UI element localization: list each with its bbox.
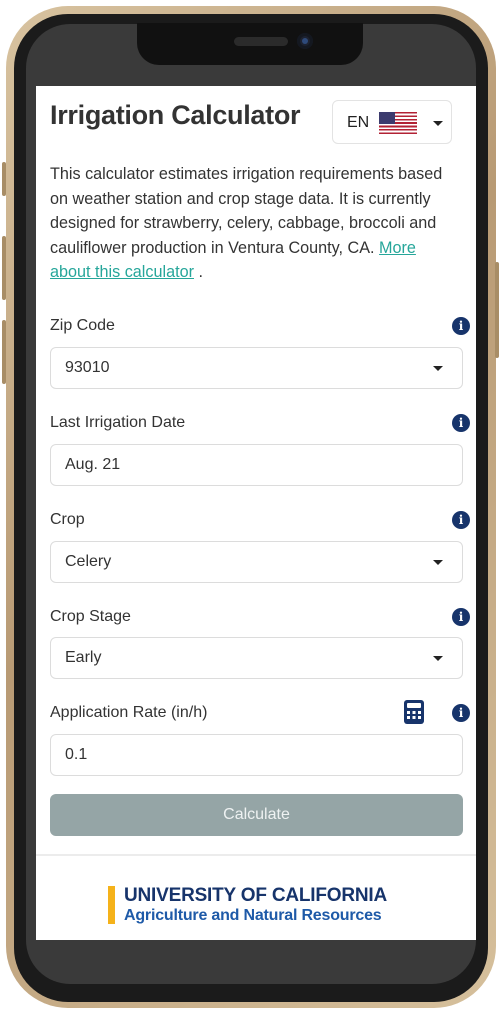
phone-side-button: [2, 236, 6, 300]
uc-logo-title: UNIVERSITY OF CALIFORNIA: [124, 885, 387, 906]
language-code: EN: [347, 114, 370, 131]
us-flag-icon: [379, 112, 417, 134]
chevron-down-icon: [433, 366, 443, 371]
last-irrigation-date-input[interactable]: Aug. 21: [50, 444, 463, 486]
application-rate-value: 0.1: [65, 746, 88, 763]
crop-value: Celery: [65, 553, 112, 570]
application-rate-info-icon[interactable]: i: [452, 704, 470, 722]
crop-stage-info-icon[interactable]: i: [452, 608, 470, 626]
zip-code-label: Zip Code: [50, 317, 115, 334]
description-suffix: .: [193, 263, 203, 281]
chevron-down-icon: [433, 656, 443, 661]
calculate-button[interactable]: Calculate: [50, 794, 463, 836]
chevron-down-icon: [433, 560, 443, 565]
zip-code-select[interactable]: 93010: [50, 347, 463, 389]
application-rate-label: Application Rate (in/h): [50, 704, 208, 721]
divider: [36, 854, 476, 856]
zip-code-value: 93010: [65, 359, 110, 376]
crop-info-icon[interactable]: i: [452, 511, 470, 529]
chevron-down-icon: [433, 121, 443, 126]
uc-logo-subtitle: Agriculture and Natural Resources: [124, 907, 382, 924]
crop-stage-label: Crop Stage: [50, 608, 131, 625]
application-rate-input[interactable]: 0.1: [50, 734, 463, 776]
header: Irrigation Calculator EN: [50, 100, 454, 146]
last-irrigation-date-info-icon[interactable]: i: [452, 414, 470, 432]
phone-side-button: [495, 262, 499, 358]
page-title: Irrigation Calculator: [50, 100, 301, 130]
uc-logo-bar: [108, 886, 115, 924]
last-irrigation-date-label: Last Irrigation Date: [50, 414, 186, 431]
speaker-icon: [234, 37, 288, 46]
calculator-icon[interactable]: [404, 700, 424, 724]
crop-stage-select[interactable]: Early: [50, 637, 463, 679]
language-selector[interactable]: EN: [332, 100, 452, 144]
app-screen: Irrigation Calculator EN This calculator…: [36, 86, 476, 940]
phone-side-button: [2, 162, 6, 196]
zip-code-info-icon[interactable]: i: [452, 317, 470, 335]
description: This calculator estimates irrigation req…: [50, 162, 454, 285]
crop-stage-value: Early: [65, 649, 102, 666]
crop-select[interactable]: Celery: [50, 541, 463, 583]
camera-icon: [297, 33, 313, 49]
last-irrigation-date-value: Aug. 21: [65, 456, 121, 473]
phone-side-button: [2, 320, 6, 384]
crop-label: Crop: [50, 511, 85, 528]
